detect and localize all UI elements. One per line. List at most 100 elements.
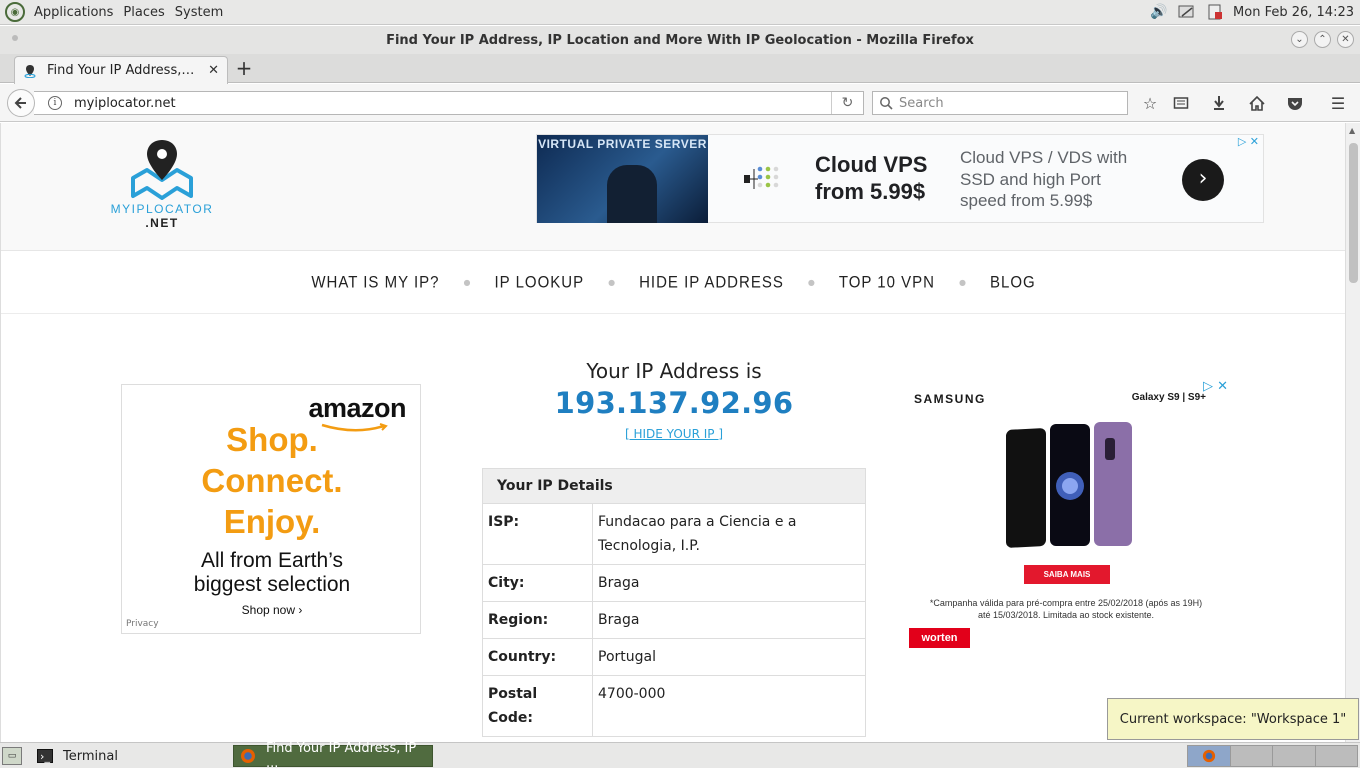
tagline-shop: Shop.: [226, 421, 318, 458]
info-icon[interactable]: i: [48, 96, 62, 110]
samsung-ad[interactable]: ▷ ✕ SAMSUNG Galaxy S9 | S9+ SAIBA MAIS *…: [906, 376, 1236, 656]
ip-details-title: Your IP Details: [482, 468, 866, 504]
table-row: ISP: Fundacao para a Ciencia e a Tecnolo…: [482, 503, 866, 565]
page-scrollbar[interactable]: ▲ ▼: [1345, 123, 1360, 742]
search-bar[interactable]: [872, 91, 1128, 115]
url-bar[interactable]: i myiplocator.net ↻: [34, 91, 864, 115]
privacy-link[interactable]: Privacy: [126, 619, 159, 629]
nav-ip-lookup[interactable]: IP LOOKUP: [485, 273, 595, 292]
window-menu-icon[interactable]: [12, 35, 18, 41]
distro-logo-icon[interactable]: ◉: [5, 2, 25, 22]
samsung-brand: SAMSUNG: [914, 392, 986, 406]
nav-separator: ●: [807, 277, 815, 287]
back-button[interactable]: [7, 89, 35, 117]
workspace-4[interactable]: [1314, 745, 1358, 767]
nav-separator: ●: [463, 277, 471, 287]
minimize-icon[interactable]: ⌄: [1291, 31, 1308, 48]
hide-ip-link[interactable]: [ HIDE YOUR IP ]: [482, 427, 866, 441]
tab-current[interactable]: Find Your IP Address,… ✕: [14, 56, 228, 84]
table-row: Region: Braga: [482, 601, 866, 639]
show-desktop-icon[interactable]: ▭: [2, 747, 22, 765]
terminal-icon: ›_: [37, 749, 53, 763]
nav-hide-ip-address[interactable]: HIDE IP ADDRESS: [629, 273, 794, 292]
vps-banner-ad[interactable]: VIRTUAL PRIVATE SERVER Cloud VPS from 5.…: [536, 134, 1264, 223]
taskbar-terminal-label: Terminal: [63, 748, 118, 764]
places-menu[interactable]: Places: [118, 5, 169, 20]
country-label: Country:: [482, 638, 593, 676]
volume-icon[interactable]: 🔊: [1149, 3, 1169, 21]
workspace-switcher[interactable]: [1187, 745, 1358, 767]
city-value: Braga: [592, 564, 866, 602]
nav-what-is-my-ip[interactable]: WHAT IS MY IP?: [301, 273, 449, 292]
vps-ad-image[interactable]: VIRTUAL PRIVATE SERVER: [537, 135, 708, 223]
download-icon[interactable]: [1208, 93, 1230, 113]
adchoices-icon[interactable]: ▷ ✕: [1203, 379, 1228, 394]
window-title: Find Your IP Address, IP Location and Mo…: [386, 32, 974, 48]
chevron-right-icon[interactable]: ›: [1182, 159, 1224, 201]
top-panel: ◉ Applications Places System 🔊 Mon Feb 2…: [0, 0, 1360, 25]
applications-menu[interactable]: Applications: [29, 5, 118, 20]
ip-block: Your IP Address is 193.137.92.96 [ HIDE …: [482, 359, 866, 441]
reading-list-icon[interactable]: [1170, 93, 1192, 113]
amazon-sub-line2: biggest selection: [193, 573, 351, 596]
map-pin-book-icon: [131, 140, 193, 200]
samsung-fine-print: *Campanha válida para pré-compra entre 2…: [906, 597, 1226, 621]
scroll-thumb[interactable]: [1349, 143, 1358, 283]
logo-text-main: MYIPLOCATOR: [110, 202, 214, 216]
nav-top-10-vpn[interactable]: TOP 10 VPN: [829, 273, 945, 292]
clock[interactable]: Mon Feb 26, 14:23: [1233, 5, 1354, 20]
search-input[interactable]: [899, 95, 1119, 111]
network-nodes-icon: [744, 166, 779, 189]
city-label: City:: [482, 564, 593, 602]
isp-label: ISP:: [482, 503, 593, 565]
saiba-mais-button[interactable]: SAIBA MAIS: [1024, 565, 1110, 584]
worten-logo: worten: [909, 628, 970, 648]
scroll-up-icon[interactable]: ▲: [1349, 126, 1355, 135]
system-menu[interactable]: System: [170, 5, 228, 20]
tagline-enjoy: Enjoy.: [223, 503, 321, 540]
home-icon[interactable]: [1246, 93, 1268, 113]
window-titlebar[interactable]: Find Your IP Address, IP Location and Mo…: [0, 26, 1360, 54]
table-row: City: Braga: [482, 564, 866, 602]
tab-title: Find Your IP Address,…: [47, 63, 195, 78]
bookmark-star-icon[interactable]: ☆: [1139, 93, 1161, 113]
taskbar-firefox[interactable]: Find Your IP Address, IP ...: [233, 741, 433, 768]
amazon-tagline: Shop. Connect. Enjoy.: [122, 419, 422, 542]
site-logo[interactable]: MYIPLOCATOR .NET: [96, 138, 228, 238]
vps-headline-line1: Cloud VPS: [815, 152, 928, 177]
workspace-1[interactable]: [1187, 745, 1231, 767]
close-icon[interactable]: ✕: [1337, 31, 1354, 48]
hamburger-menu-icon[interactable]: ☰: [1327, 93, 1349, 113]
tab-close-icon[interactable]: ✕: [208, 63, 219, 78]
galaxy-phones-image: [1006, 422, 1132, 548]
amazon-ad[interactable]: amazon Shop. Connect. Enjoy. All from Ea…: [121, 384, 421, 634]
tab-strip: Find Your IP Address,… ✕ +: [0, 54, 1360, 84]
url-text[interactable]: myiplocator.net: [74, 96, 176, 111]
country-value: Portugal: [592, 638, 866, 676]
nav-blog[interactable]: BLOG: [980, 273, 1046, 292]
ip-details-table: Your IP Details ISP: Fundacao para a Cie…: [482, 468, 866, 737]
table-row: Country: Portugal: [482, 638, 866, 676]
amazon-subtext: All from Earth’s biggest selection: [122, 549, 422, 597]
reload-icon[interactable]: ↻: [831, 92, 863, 114]
workspace-2[interactable]: [1229, 745, 1273, 767]
taskbar-firefox-label: Find Your IP Address, IP ...: [266, 741, 417, 768]
nav-separator: ●: [959, 277, 966, 287]
clipboard-icon[interactable]: [1205, 3, 1225, 21]
network-icon[interactable]: [1177, 3, 1197, 21]
taskbar-terminal[interactable]: ›_ Terminal: [30, 745, 228, 767]
pocket-icon[interactable]: [1284, 93, 1306, 113]
vps-ad-description[interactable]: Cloud VPS / VDS with SSD and high Port s…: [960, 147, 1130, 212]
region-value: Braga: [592, 601, 866, 639]
workspace-3[interactable]: [1272, 745, 1316, 767]
new-tab-button[interactable]: +: [234, 58, 254, 78]
table-row: Postal Code: 4700-000: [482, 675, 866, 737]
adchoices-icon[interactable]: ▷ ✕: [1238, 135, 1259, 148]
maximize-icon[interactable]: ⌃: [1314, 31, 1331, 48]
search-icon: [880, 97, 893, 110]
shop-now-link[interactable]: Shop now ›: [122, 603, 422, 617]
region-label: Region:: [482, 601, 593, 639]
ip-address: 193.137.92.96: [554, 386, 794, 420]
tagline-connect: Connect.: [201, 462, 343, 499]
vps-ad-headline[interactable]: Cloud VPS from 5.99$: [815, 151, 927, 205]
